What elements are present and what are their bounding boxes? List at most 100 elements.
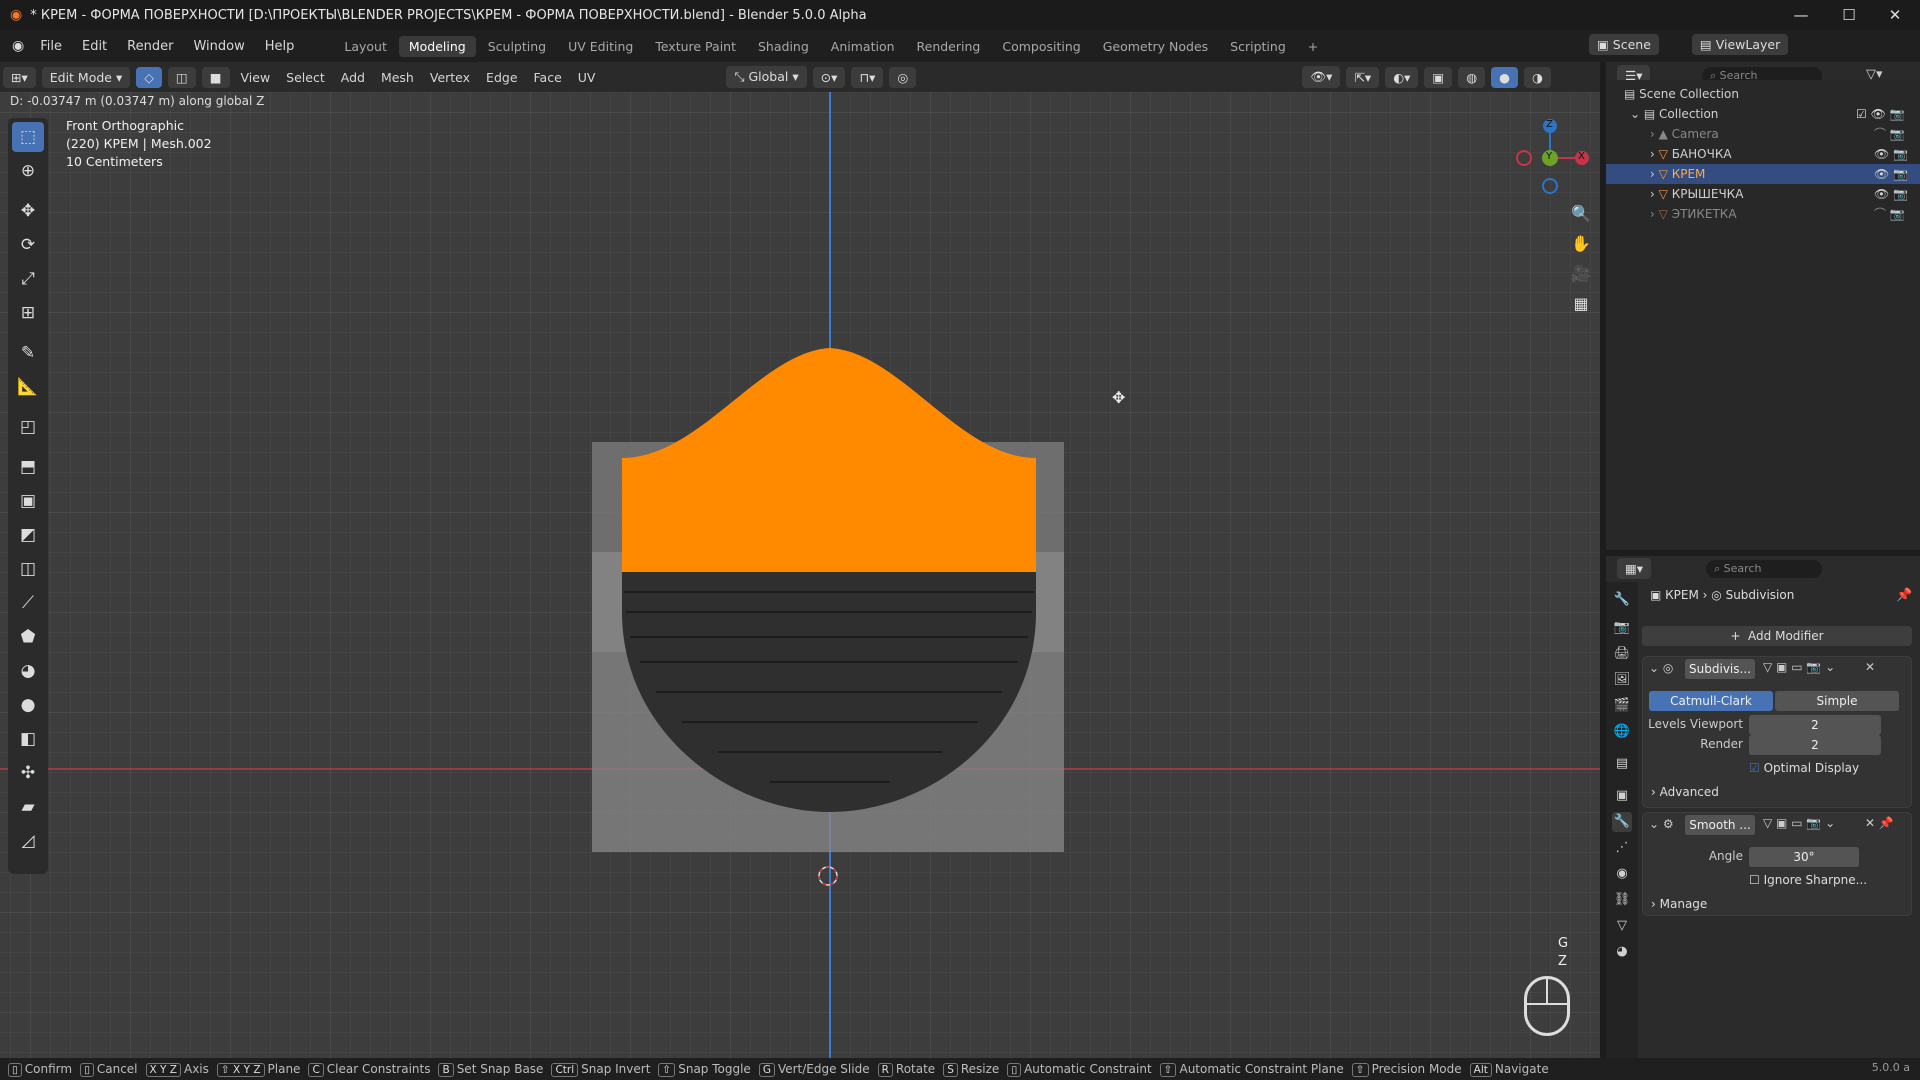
pan-hand-icon[interactable]: ✋ <box>1566 230 1596 258</box>
manage-subpanel[interactable]: › Manage <box>1651 897 1707 911</box>
output-tab-icon[interactable]: 🖨 <box>1612 644 1632 664</box>
menu-edit[interactable]: Edit <box>72 39 117 54</box>
menu-help[interactable]: Help <box>255 39 305 54</box>
shear-tool-icon[interactable]: ▰ <box>12 792 44 822</box>
shading-wire-icon[interactable]: ◍ <box>1458 66 1486 88</box>
menu-select[interactable]: Select <box>278 70 333 85</box>
remove-modifier-icon[interactable]: ✕ 📌 <box>1865 816 1894 830</box>
tab-rendering[interactable]: Rendering <box>907 36 991 57</box>
collection-tab-icon[interactable]: ▤ <box>1612 754 1632 774</box>
advanced-subpanel[interactable]: › Advanced <box>1651 785 1719 799</box>
orientation-selector[interactable]: ⤡ Global ▾ <box>726 66 807 88</box>
tab-compositing[interactable]: Compositing <box>992 36 1090 57</box>
modifier-name-field[interactable]: Subdivis... <box>1685 659 1755 679</box>
properties-editor-type[interactable]: ▦▾ <box>1617 558 1652 579</box>
move-tool-icon[interactable]: ✥ <box>12 196 44 226</box>
eye-icon[interactable]: 👁 📷 <box>1874 144 1908 164</box>
outliner-item-krem[interactable]: › ▽ КРЕМ 👁 📷 <box>1606 164 1920 184</box>
outliner-item-banochka[interactable]: › ▽ БАНОЧКА 👁 📷 <box>1606 144 1920 164</box>
tool-tab-icon[interactable]: 🔧 <box>1612 590 1632 610</box>
collapse-chevron-icon[interactable]: ⌄ ◎ <box>1649 661 1673 675</box>
modifier-toggle-icons[interactable]: ▽ ▣ ▭ 📷 ⌄ <box>1763 660 1835 674</box>
render-tab-icon[interactable]: 📷 <box>1612 618 1632 638</box>
outliner-item-kryshechka[interactable]: › ▽ КРЫШЕЧКА 👁 📷 <box>1606 184 1920 204</box>
menu-uv[interactable]: UV <box>570 70 604 85</box>
material-tab-icon[interactable]: ◕ <box>1612 942 1632 962</box>
viewlayer-selector[interactable]: ▤ ViewLayer <box>1691 34 1789 55</box>
tab-modeling[interactable]: Modeling <box>398 35 476 57</box>
scene-tab-icon[interactable]: 🎬 <box>1612 696 1632 716</box>
tab-uv-editing[interactable]: UV Editing <box>558 36 643 57</box>
catmull-clark-button[interactable]: Catmull-Clark <box>1649 691 1773 711</box>
menu-file[interactable]: File <box>30 39 72 54</box>
pin-icon[interactable]: 📌 <box>1896 588 1912 603</box>
navigation-gizmo[interactable]: Z X Y <box>1510 118 1590 198</box>
rip-tool-icon[interactable]: ◿ <box>12 826 44 856</box>
add-cube-tool-icon[interactable]: ◰ <box>12 412 44 442</box>
editor-type-button[interactable]: ⊞▾ <box>3 66 36 88</box>
modifier-name-field[interactable]: Smooth ... <box>1685 815 1755 835</box>
remove-modifier-icon[interactable]: ✕ <box>1865 660 1875 674</box>
mode-selector[interactable]: Edit Mode ▾ <box>41 66 131 88</box>
world-tab-icon[interactable]: 🌐 <box>1612 722 1632 742</box>
menu-render[interactable]: Render <box>117 39 183 54</box>
blender-menu-icon[interactable]: ◉ <box>12 38 24 54</box>
tab-geometry-nodes[interactable]: Geometry Nodes <box>1093 36 1218 57</box>
ortho-toggle-icon[interactable]: ▦ <box>1566 290 1596 318</box>
cursor-tool-icon[interactable]: ⊕ <box>12 156 44 186</box>
visibility-icon[interactable]: 👁▾ <box>1302 66 1341 88</box>
gizmo-toggle-icon[interactable]: ⇱▾ <box>1346 66 1380 88</box>
constraints-tab-icon[interactable]: ⛓ <box>1612 890 1632 910</box>
edge-slide-tool-icon[interactable]: ◧ <box>12 724 44 754</box>
bevel-tool-icon[interactable]: ◩ <box>12 520 44 550</box>
rotate-tool-icon[interactable]: ⟳ <box>12 230 44 260</box>
modifier-toggle-icons[interactable]: ▽ ▣ ▭ 📷 ⌄ <box>1763 816 1835 830</box>
angle-field[interactable]: 30° <box>1749 847 1859 867</box>
object-tab-icon[interactable]: ▣ <box>1612 786 1632 806</box>
inset-tool-icon[interactable]: ▣ <box>12 486 44 516</box>
outliner-item-etiketka[interactable]: › ▽ ЭТИКЕТКА ⌒ 📷 <box>1606 204 1920 224</box>
data-tab-icon[interactable]: ▽ <box>1612 916 1632 936</box>
eye-icon[interactable]: 👁 📷 <box>1874 164 1908 184</box>
close-button[interactable]: ✕ <box>1872 0 1918 30</box>
zoom-icon[interactable]: 🔍 <box>1566 200 1596 228</box>
smooth-tool-icon[interactable]: ● <box>12 690 44 720</box>
face-select-icon[interactable]: ■ <box>201 66 230 88</box>
optimal-display-checkbox[interactable]: ☑ Optimal Display <box>1749 761 1859 775</box>
select-box-tool-icon[interactable]: ⬚ <box>12 122 44 152</box>
checkbox-icon[interactable]: ☑ 👁 📷 <box>1856 104 1905 124</box>
shading-solid-icon[interactable]: ● <box>1491 66 1519 88</box>
physics-tab-icon[interactable]: ◉ <box>1612 864 1632 884</box>
hidden-eye-icon[interactable]: ⌒ 📷 <box>1874 124 1905 144</box>
tab-texture-paint[interactable]: Texture Paint <box>645 36 746 57</box>
menu-mesh[interactable]: Mesh <box>373 70 422 85</box>
menu-window[interactable]: Window <box>183 39 254 54</box>
measure-tool-icon[interactable]: 📐 <box>12 372 44 402</box>
snap-icon[interactable]: ⊓▾ <box>851 66 884 88</box>
scale-tool-icon[interactable]: ⤢ <box>12 264 44 294</box>
vertex-select-icon[interactable]: ◇ <box>136 66 162 88</box>
add-workspace-icon[interactable]: + <box>1298 36 1328 57</box>
edge-select-icon[interactable]: ◫ <box>167 66 196 88</box>
shrink-fatten-tool-icon[interactable]: ✣ <box>12 758 44 788</box>
modifier-tab-icon[interactable]: 🔧 <box>1612 812 1632 832</box>
knife-tool-icon[interactable]: ⟋ <box>12 588 44 618</box>
tab-animation[interactable]: Animation <box>821 36 905 57</box>
scene-collection-row[interactable]: ▤ Scene Collection <box>1606 84 1920 104</box>
collection-row[interactable]: ⌄ ▤ Collection ☑ 👁 📷 <box>1606 104 1920 124</box>
view-layer-tab-icon[interactable]: 🖼 <box>1612 670 1632 690</box>
spin-tool-icon[interactable]: ◕ <box>12 656 44 686</box>
xray-icon[interactable]: ▣ <box>1424 66 1453 88</box>
overlay-toggle-icon[interactable]: ◐▾ <box>1385 66 1419 88</box>
menu-face[interactable]: Face <box>526 70 570 85</box>
poly-build-tool-icon[interactable]: ⬟ <box>12 622 44 652</box>
collapse-chevron-icon[interactable]: ⌄ ⚙ <box>1649 817 1674 831</box>
menu-add[interactable]: Add <box>333 70 373 85</box>
menu-view[interactable]: View <box>233 70 279 85</box>
properties-search[interactable]: ⌕ Search <box>1706 560 1822 578</box>
tab-layout[interactable]: Layout <box>334 36 397 57</box>
eye-icon[interactable]: 👁 📷 <box>1874 184 1908 204</box>
simple-button[interactable]: Simple <box>1775 691 1899 711</box>
outliner-item-camera[interactable]: › ▲ Camera ⌒ 📷 <box>1606 124 1920 144</box>
minimize-button[interactable]: — <box>1778 0 1824 30</box>
